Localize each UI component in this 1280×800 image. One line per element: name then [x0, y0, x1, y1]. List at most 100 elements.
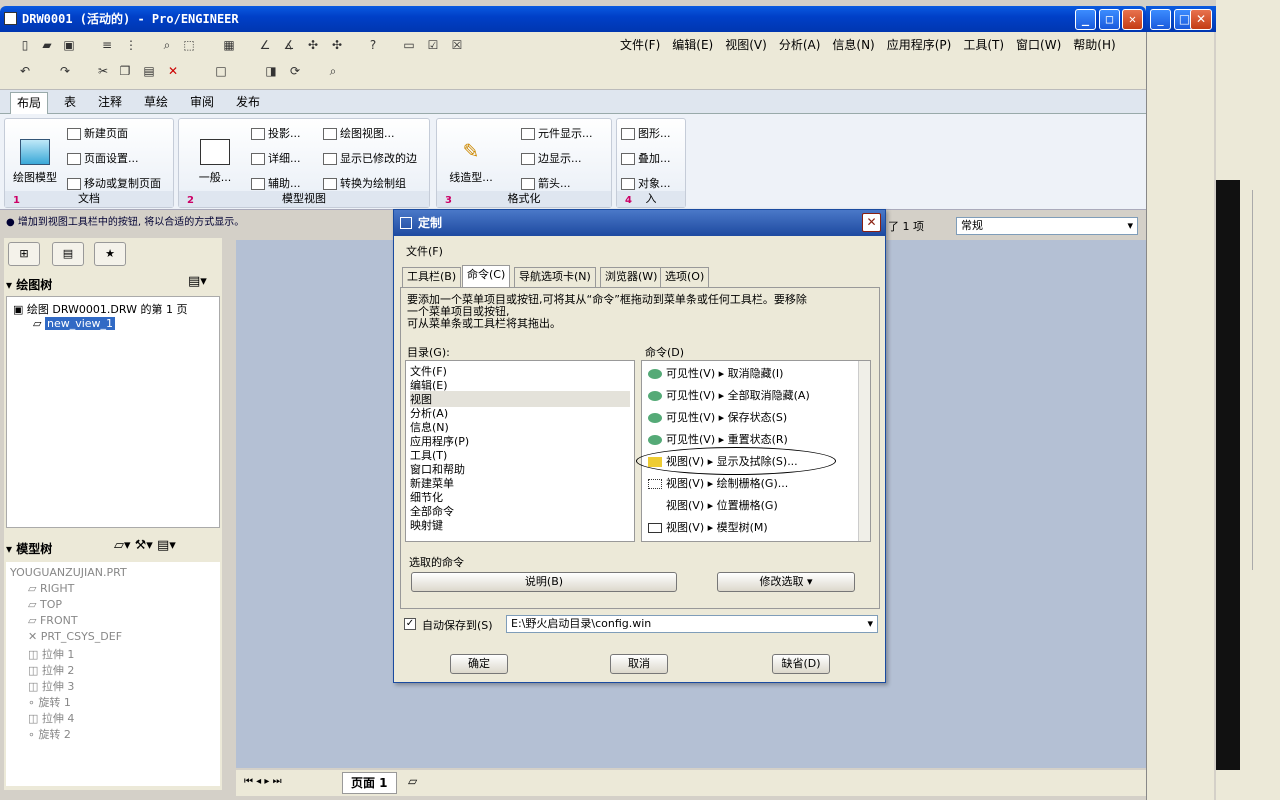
tab-options[interactable]: 选项(O)	[660, 267, 710, 287]
auxiliary-button[interactable]: 辅助...	[251, 175, 301, 191]
tree-node-feature[interactable]: ◫ 拉伸 2	[28, 662, 74, 678]
refresh-icon[interactable]: ⟳	[286, 62, 304, 80]
projection-button[interactable]: 投影...	[251, 125, 301, 141]
cancel-button[interactable]: 取消	[610, 654, 668, 674]
select-box-icon[interactable]: ⬚	[180, 36, 198, 54]
tab-browser[interactable]: 浏览器(W)	[600, 267, 663, 287]
drawing-model-button[interactable]: 绘图模型	[9, 139, 61, 185]
convert-draft-group-button[interactable]: 转换为绘制组	[323, 175, 406, 191]
tree-node-datum[interactable]: ▱ RIGHT	[28, 582, 74, 595]
tab-sketch[interactable]: 草绘	[138, 92, 174, 114]
tree-node-csys[interactable]: ✕ PRT_CSYS_DEF	[28, 630, 122, 643]
tree-node-feature[interactable]: ∘ 旋转 1	[28, 694, 71, 710]
graph-button[interactable]: 图形...	[621, 125, 671, 141]
overlay-button[interactable]: 叠加...	[621, 150, 671, 166]
model-tree-tools-icon[interactable]: ▱▾ ⚒▾ ▤▾	[114, 538, 176, 553]
tree-node-sheet[interactable]: ▣ 绘图 DRW0001.DRW 的第 1 页	[13, 301, 187, 317]
edge-display-button[interactable]: 边显示...	[521, 150, 582, 166]
window-icon[interactable]: ▭	[400, 36, 418, 54]
tab-layout[interactable]: 布局	[10, 92, 49, 114]
favorites-tab-icon[interactable]: ★	[94, 242, 126, 266]
tab-publish[interactable]: 发布	[230, 92, 266, 114]
page-nav-icons[interactable]: ⏮ ◂ ▸ ⏭	[244, 776, 282, 787]
command-item[interactable]: 可见性(V) ▸ 重置状态(R)	[648, 431, 788, 447]
view-display-icon[interactable]: □	[212, 62, 230, 80]
tree-settings-icon[interactable]: ▤▾	[188, 274, 207, 289]
model-tree-tab-icon[interactable]: ⊞	[8, 242, 40, 266]
sketch-icon[interactable]: ∠	[256, 36, 274, 54]
autosave-path-input[interactable]: E:\野火启动目录\config.win ▾	[506, 615, 878, 633]
tree-node-view[interactable]: ▱ new_view_1	[33, 317, 116, 330]
find-icon[interactable]: ⌕	[158, 36, 176, 54]
menu-edit[interactable]: 编辑(E)	[672, 36, 713, 53]
maximize-button[interactable]: □	[1099, 9, 1120, 30]
tree-node-feature[interactable]: ◫ 拉伸 4	[28, 710, 74, 726]
zoom-icon[interactable]: ⌕	[324, 62, 342, 80]
open-icon[interactable]: ▰	[38, 36, 56, 54]
table-icon[interactable]: ▦	[220, 36, 238, 54]
commands-scrollbar[interactable]	[858, 361, 870, 541]
command-item[interactable]: 可见性(V) ▸ 保存状态(S)	[648, 409, 787, 425]
menu-tools[interactable]: 工具(T)	[963, 36, 1004, 53]
command-item[interactable]: 视图(V) ▸ 绘制栅格(G)...	[648, 475, 788, 491]
check-icon[interactable]: ☑	[424, 36, 442, 54]
filter-dropdown[interactable]: 常规 ▾	[956, 217, 1138, 235]
catalog-item[interactable]: 映射键	[410, 517, 443, 533]
component-display-button[interactable]: 元件显示...	[521, 125, 593, 141]
command-item[interactable]: 可见性(V) ▸ 取消隐藏(I)	[648, 365, 783, 381]
tree-node-datum[interactable]: ▱ TOP	[28, 598, 62, 611]
mark-icon[interactable]: ✣	[304, 36, 322, 54]
page-tab[interactable]: 页面 1	[342, 772, 397, 794]
bg-minimize-button[interactable]: _	[1150, 9, 1171, 30]
tree-node-feature[interactable]: ◫ 拉伸 3	[28, 678, 74, 694]
minimize-button[interactable]: _	[1075, 9, 1096, 30]
new-page-button[interactable]: 新建页面	[67, 125, 128, 141]
menu-info[interactable]: 信息(N)	[832, 36, 874, 53]
new-page-icon[interactable]: ▱	[408, 774, 417, 788]
tree-icon[interactable]: ⋮	[122, 36, 140, 54]
mark2-icon[interactable]: ✣	[328, 36, 346, 54]
general-view-button[interactable]: 一般...	[187, 139, 243, 185]
default-button[interactable]: 缺省(D)	[772, 654, 830, 674]
command-item[interactable]: 可见性(V) ▸ 全部取消隐藏(A)	[648, 387, 810, 403]
modify-selection-button[interactable]: 修改选取 ▾	[717, 572, 855, 592]
tab-review[interactable]: 审阅	[184, 92, 220, 114]
tree-node-feature[interactable]: ◫ 拉伸 1	[28, 646, 74, 662]
menu-file[interactable]: 文件(F)	[620, 36, 660, 53]
object-button[interactable]: 对象...	[621, 175, 671, 191]
dialog-close-button[interactable]: ✕	[862, 213, 881, 232]
folder-tab-icon[interactable]: ▤	[52, 242, 84, 266]
command-item[interactable]: 视图(V) ▸ 模型树(M)	[648, 519, 768, 535]
new-icon[interactable]: ▯	[16, 36, 34, 54]
show-modified-edges-button[interactable]: 显示已修改的边	[323, 150, 417, 166]
bg-close-button[interactable]: ✕	[1190, 9, 1212, 30]
cut-icon[interactable]: ✂	[94, 62, 112, 80]
paste-icon[interactable]: ▤	[140, 62, 158, 80]
copy-icon[interactable]: ❐	[116, 62, 134, 80]
cross-box-icon[interactable]: ☒	[448, 36, 466, 54]
arrow-button[interactable]: 箭头...	[521, 175, 571, 191]
menu-help[interactable]: 帮助(H)	[1073, 36, 1115, 53]
help-icon[interactable]: ?	[364, 36, 382, 54]
move-copy-page-button[interactable]: 移动或复制页面	[67, 175, 161, 191]
tab-navigator[interactable]: 导航选项卡(N)	[514, 267, 596, 287]
tab-toolbars[interactable]: 工具栏(B)	[402, 267, 462, 287]
tree-node-datum[interactable]: ▱ FRONT	[28, 614, 78, 627]
delete-icon[interactable]: ✕	[164, 62, 182, 80]
ok-button[interactable]: 确定	[450, 654, 508, 674]
detail-button[interactable]: 详细...	[251, 150, 301, 166]
redo-icon[interactable]: ↷	[56, 62, 74, 80]
dialog-file-menu[interactable]: 文件(F)	[406, 243, 443, 259]
tab-annotate[interactable]: 注释	[92, 92, 128, 114]
menu-analysis[interactable]: 分析(A)	[779, 36, 821, 53]
close-button[interactable]: ✕	[1122, 9, 1143, 30]
autosave-checkbox[interactable]: ✓	[404, 618, 416, 630]
layer-icon[interactable]: ≡	[98, 36, 116, 54]
undo-icon[interactable]: ↶	[16, 62, 34, 80]
line-style-button[interactable]: ✎ 线造型...	[443, 139, 499, 185]
drawing-tree-heading[interactable]: ▾ 绘图树	[6, 276, 52, 293]
explain-button[interactable]: 说明(B)	[411, 572, 677, 592]
page-setup-button[interactable]: 页面设置...	[67, 150, 139, 166]
tab-commands[interactable]: 命令(C)	[462, 265, 511, 287]
dimension-icon[interactable]: ∡	[280, 36, 298, 54]
